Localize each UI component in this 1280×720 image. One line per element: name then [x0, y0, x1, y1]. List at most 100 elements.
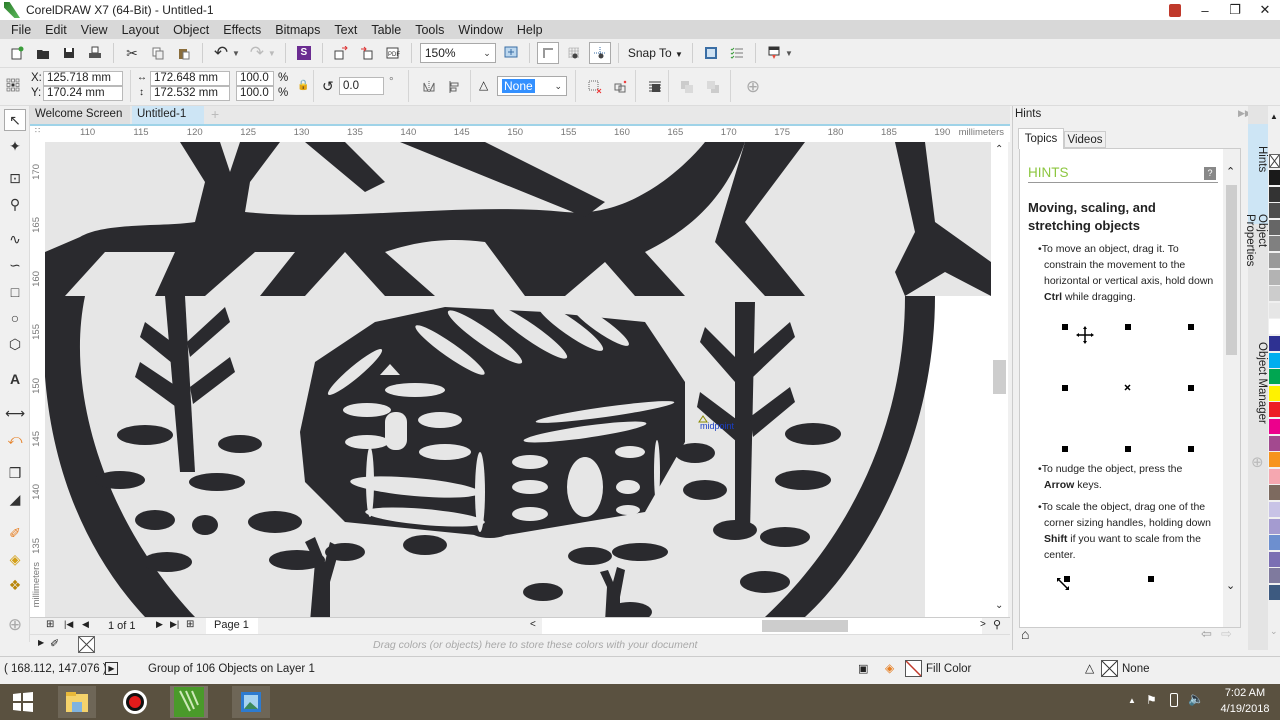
tab-topics[interactable]: Topics — [1018, 128, 1064, 149]
combine-icon[interactable] — [584, 76, 606, 98]
color-swatch[interactable] — [1269, 186, 1280, 202]
export-icon[interactable] — [356, 42, 378, 64]
undo-dropdown-icon[interactable]: ▼ — [232, 49, 240, 58]
battery-icon[interactable] — [1170, 693, 1178, 707]
add-page-before-icon[interactable]: ⊞ — [46, 619, 54, 630]
help-icon[interactable]: ? — [1204, 167, 1216, 180]
print-icon[interactable] — [84, 42, 106, 64]
customize-icon[interactable] — [763, 42, 785, 64]
add-page-after-icon[interactable]: ⊞ — [186, 619, 194, 630]
menu-bitmaps[interactable]: Bitmaps — [268, 23, 327, 37]
taskbar-file-explorer[interactable] — [58, 686, 96, 718]
wrap-text-icon[interactable] — [644, 76, 666, 98]
add-tool-icon[interactable]: ⊕ — [4, 614, 26, 636]
first-page-icon[interactable]: |◀ — [64, 619, 73, 630]
open-icon[interactable] — [32, 42, 54, 64]
reference-point-icon[interactable] — [6, 78, 20, 92]
next-page-icon[interactable]: ▶ — [156, 619, 163, 630]
publish-pdf-icon[interactable]: PDF — [382, 42, 404, 64]
hints-scrollbar[interactable]: ⌃ ⌄ — [1223, 149, 1240, 627]
drawing-canvas[interactable]: midpoint — [45, 142, 991, 617]
new-tab-button[interactable]: + — [206, 106, 224, 124]
show-grid-icon[interactable] — [563, 42, 585, 64]
object-width-field[interactable]: 172.648 mm — [150, 71, 230, 86]
color-swatch[interactable] — [1269, 468, 1280, 484]
add-icon[interactable]: ⊕ — [742, 76, 764, 98]
color-swatch[interactable] — [1269, 585, 1280, 600]
show-guidelines-icon[interactable] — [588, 42, 611, 64]
close-button[interactable]: ✕ — [1250, 0, 1280, 20]
y-position-field[interactable]: 170.24 mm — [43, 86, 123, 101]
connector-tool-icon[interactable]: ⤺ — [4, 428, 26, 450]
options-icon[interactable] — [700, 42, 722, 64]
previous-page-icon[interactable]: ◀ — [82, 619, 89, 630]
scroll-right-icon[interactable]: > — [980, 619, 986, 630]
menu-window[interactable]: Window — [451, 23, 509, 37]
back-icon[interactable]: ⇦ — [1201, 626, 1212, 642]
tab-welcome-screen[interactable]: Welcome Screen — [30, 106, 130, 124]
palette-scroll-up-icon[interactable]: ▲ — [1270, 112, 1278, 121]
color-swatch[interactable] — [1269, 219, 1280, 235]
color-swatch[interactable] — [1269, 269, 1280, 285]
horizontal-scroll-thumb[interactable] — [762, 620, 848, 632]
scroll-up-icon[interactable]: ⌃ — [995, 144, 1003, 155]
drop-shadow-tool-icon[interactable]: ❒ — [4, 462, 26, 484]
color-swatch[interactable] — [1269, 336, 1280, 351]
dimension-tool-icon[interactable]: ⟷ — [4, 402, 26, 424]
object-height-field[interactable]: 172.532 mm — [150, 86, 230, 101]
menu-table[interactable]: Table — [364, 23, 408, 37]
full-screen-preview-icon[interactable] — [500, 42, 522, 64]
side-tab-object-manager[interactable]: Object Manager — [1248, 320, 1268, 430]
redo-dropdown-icon[interactable]: ▼ — [268, 49, 276, 58]
add-docker-icon[interactable]: ⊕ — [1251, 453, 1264, 471]
menu-help[interactable]: Help — [510, 23, 550, 37]
color-swatch[interactable] — [1269, 319, 1280, 335]
menu-effects[interactable]: Effects — [216, 23, 268, 37]
user-account-button[interactable] — [1160, 0, 1190, 20]
x-position-field[interactable]: 125.718 mm — [43, 71, 123, 86]
lock-ratio-icon[interactable]: 🔒 — [297, 80, 309, 91]
tab-untitled-1[interactable]: Untitled-1 — [132, 106, 204, 124]
color-swatch[interactable] — [1269, 518, 1280, 534]
vertical-ruler[interactable]: 170 165 160 155 150 145 140 135 millimeters — [30, 142, 45, 617]
forward-icon[interactable]: ⇨ — [1221, 626, 1232, 642]
menu-object[interactable]: Object — [166, 23, 216, 37]
palette-scroll-down-icon[interactable]: ⌄ — [1270, 626, 1278, 637]
volume-icon[interactable]: 🔈 — [1188, 691, 1204, 707]
start-button[interactable] — [4, 686, 42, 718]
horizontal-ruler[interactable]: 110 115 120 125 130 135 140 145 150 155 160 165 170 1… — [30, 124, 1010, 142]
scroll-down-icon[interactable]: ⌄ — [1226, 579, 1235, 592]
vertical-scrollbar[interactable]: ⌃ ⌄ — [991, 142, 1008, 617]
no-fill-swatch[interactable] — [1269, 154, 1280, 168]
freehand-tool-icon[interactable]: ∿ — [4, 228, 26, 250]
copy-icon[interactable] — [147, 42, 169, 64]
tab-videos[interactable]: Videos — [1064, 131, 1106, 148]
zoom-tool-icon[interactable]: ⚲ — [4, 193, 26, 215]
color-swatch[interactable] — [1269, 485, 1280, 501]
transparency-tool-icon[interactable]: ◢ — [4, 488, 26, 510]
menu-edit[interactable]: Edit — [38, 23, 74, 37]
ruler-origin-icon[interactable]: ∷ — [30, 126, 45, 142]
page-tab-1[interactable]: Page 1 — [206, 618, 258, 634]
color-swatch[interactable] — [1269, 203, 1280, 219]
minimize-button[interactable]: – — [1190, 0, 1220, 20]
redo-icon[interactable]: ↷ — [246, 42, 268, 64]
last-page-icon[interactable]: ▶| — [170, 619, 179, 630]
show-rulers-icon[interactable] — [536, 42, 559, 64]
artistic-media-tool-icon[interactable]: ∽ — [4, 254, 26, 276]
restore-button[interactable]: ❐ — [1220, 0, 1250, 20]
side-tab-object-properties[interactable]: Object Properties — [1244, 192, 1268, 302]
color-swatch[interactable] — [1269, 385, 1280, 401]
outline-width-select[interactable]: None ⌄ — [497, 76, 567, 96]
color-swatch[interactable] — [1269, 435, 1280, 451]
clock-date[interactable]: 4/19/2018 — [1216, 703, 1274, 715]
color-swatch[interactable] — [1269, 502, 1280, 517]
save-icon[interactable] — [58, 42, 80, 64]
color-swatch[interactable] — [1269, 286, 1280, 302]
paste-icon[interactable] — [173, 42, 195, 64]
color-proof-icon[interactable]: ▣ — [858, 662, 868, 675]
network-icon[interactable]: ⚑ — [1146, 693, 1157, 707]
color-swatch[interactable] — [1269, 419, 1280, 434]
mirror-horizontal-icon[interactable] — [418, 76, 440, 98]
scroll-down-icon[interactable]: ⌄ — [995, 600, 1003, 611]
